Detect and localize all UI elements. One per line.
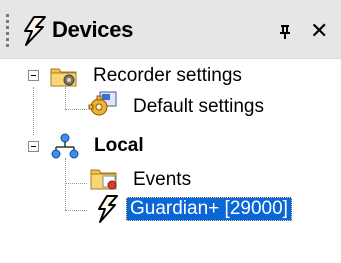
tree-item-label: Local (94, 135, 144, 156)
tree-connector (65, 87, 66, 109)
settings-folder-icon (50, 68, 77, 87)
events-folder-icon (90, 169, 117, 190)
tree-item-label: Guardian+ [29000] (126, 197, 292, 221)
tree-item-label: Recorder settings (93, 65, 242, 86)
default-settings-icon (88, 91, 117, 116)
tree-connector (65, 210, 87, 211)
tree-item-label: Default settings (133, 96, 264, 117)
lightning-device-icon (98, 195, 118, 223)
collapse-toggle[interactable] (28, 141, 39, 152)
tree-connector (65, 183, 87, 184)
pin-icon[interactable] (278, 24, 292, 40)
tree-item-label: Events (133, 169, 192, 190)
network-local-icon (51, 133, 79, 159)
tree-connector (65, 109, 87, 110)
panel-title: Devices (52, 17, 134, 42)
tree-connector (33, 87, 34, 135)
close-icon[interactable]: ✕ (310, 20, 328, 42)
device-tree: Recorder settings Default settings Local… (0, 58, 341, 263)
lightning-device-icon (24, 16, 46, 46)
panel-header: Devices ✕ (0, 0, 341, 59)
tree-connector (65, 158, 66, 210)
drag-grip[interactable] (6, 14, 10, 50)
collapse-toggle[interactable] (28, 70, 39, 81)
devices-panel: Devices ✕ Recorder settings Default sett… (0, 0, 341, 263)
